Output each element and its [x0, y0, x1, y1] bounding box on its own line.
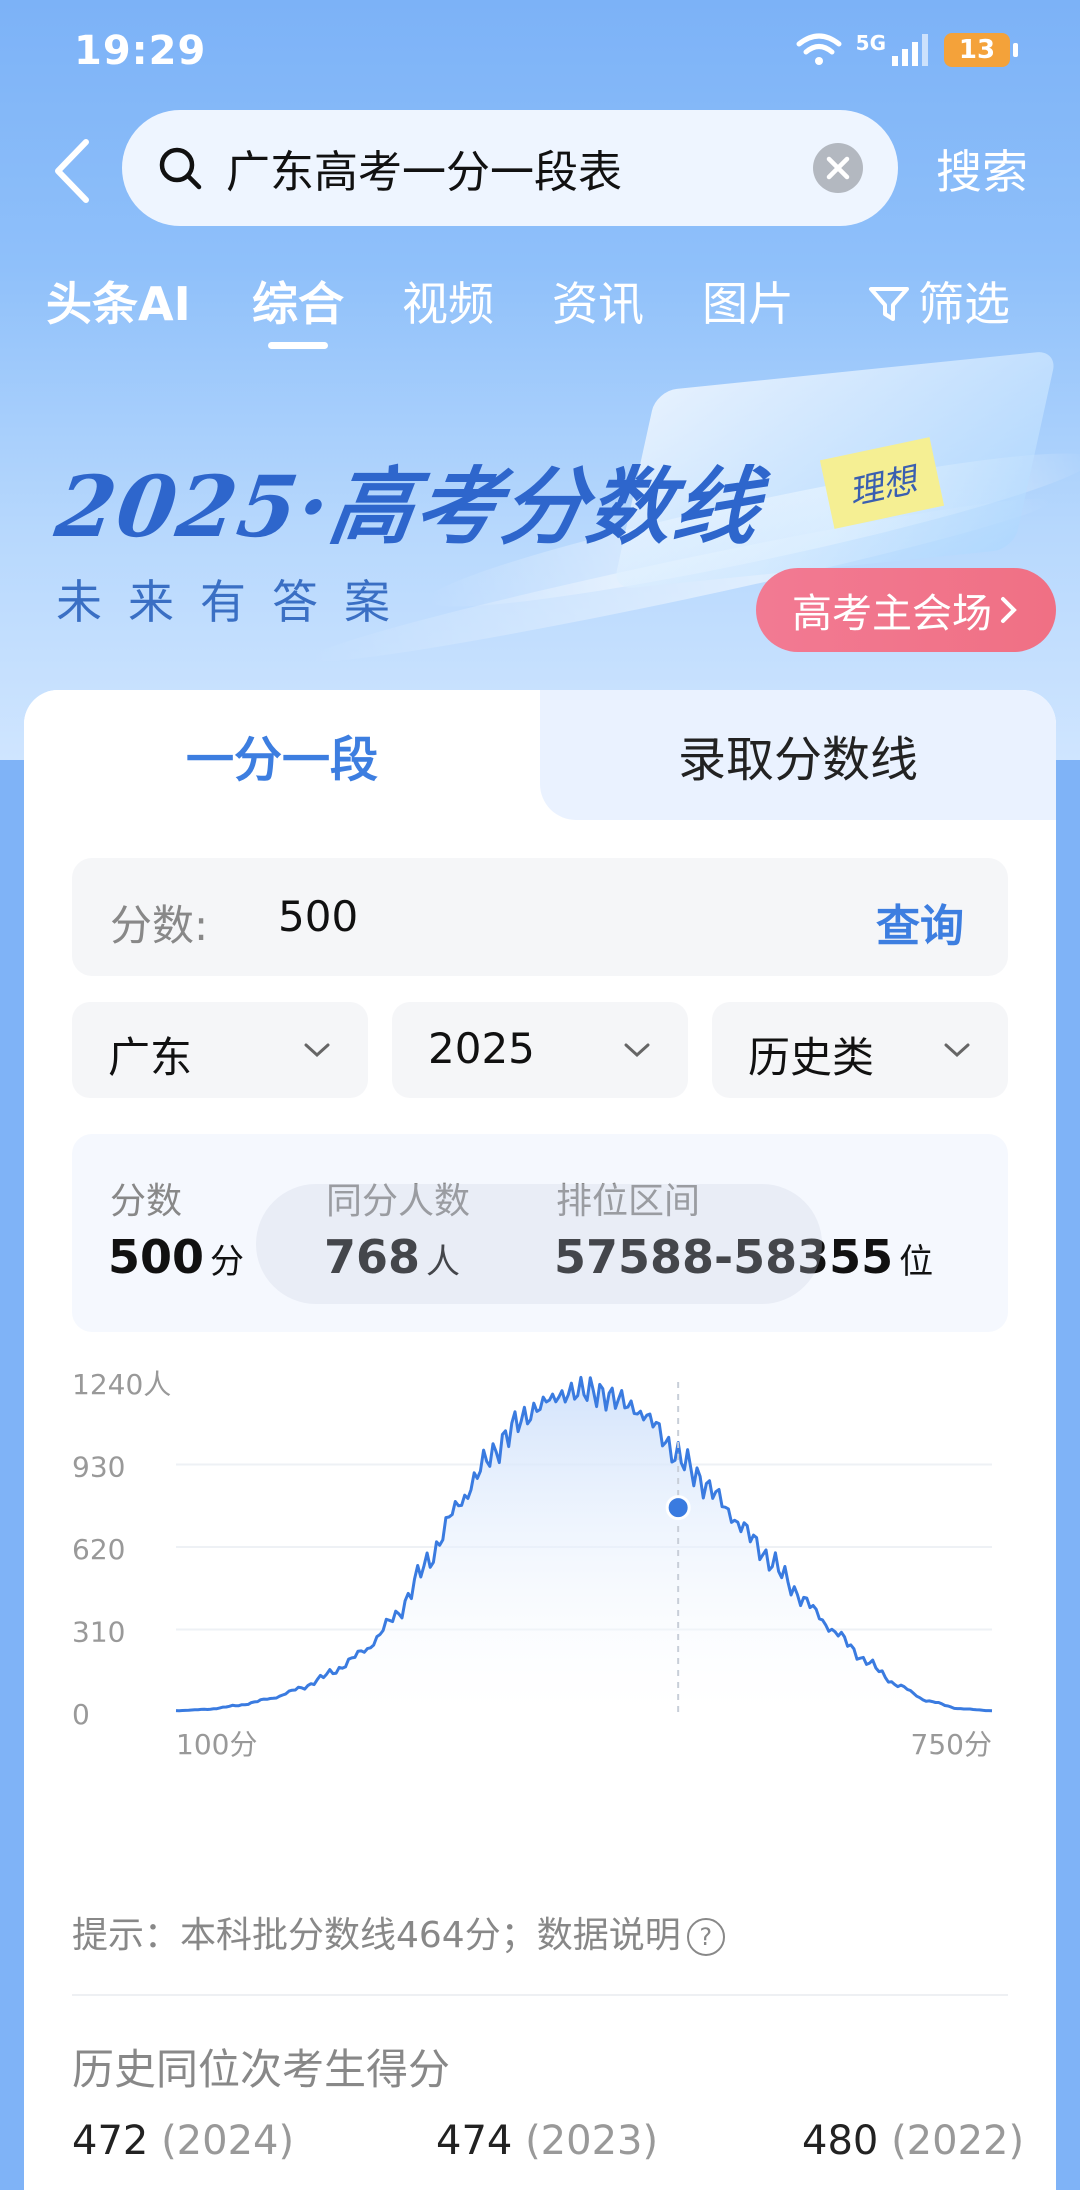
category-tabs: 头条AI 综合 视频 资讯 图片 筛选: [0, 268, 1080, 348]
status-time: 19:29: [74, 28, 207, 74]
search-input[interactable]: 广东高考一分一段表: [122, 110, 898, 226]
history-year: (2022): [891, 2118, 1025, 2164]
tab-filter[interactable]: 筛选: [868, 268, 1010, 334]
chevron-down-icon: [944, 1043, 970, 1058]
watermark: [256, 1184, 822, 1304]
stat-score: 500 分: [108, 1230, 244, 1284]
year-select[interactable]: 2025: [392, 1002, 688, 1098]
y-tick-label: 930: [72, 1451, 125, 1484]
history-item[interactable]: 480 (2022): [802, 2118, 1024, 2164]
back-icon[interactable]: [48, 136, 98, 206]
highlight-point: [665, 1495, 691, 1521]
y-tick-label: 0: [72, 1698, 90, 1731]
province-select[interactable]: 广东: [72, 1002, 368, 1098]
stat-score-unit: 分: [210, 1242, 245, 1282]
history-item[interactable]: 472 (2024): [72, 2118, 294, 2164]
active-tab-indicator: [268, 342, 328, 349]
province-value: 广东: [108, 1033, 193, 1082]
tab-score-rank[interactable]: 一分一段: [24, 690, 540, 820]
tip-line: 提示：本科批分数线464分；数据说明?: [72, 1906, 725, 1958]
history-title: 历史同位次考生得分: [72, 2045, 451, 2094]
stat-score-value: 500: [108, 1230, 205, 1284]
wifi-icon: [796, 33, 842, 65]
filter-icon: [869, 287, 909, 321]
chevron-down-icon: [304, 1043, 330, 1058]
tip-text: 提示：本科批分数线464分；数据说明: [72, 1915, 681, 1956]
score-card: 录取分数线 一分一段 分数: 500 查询 广东 2025 历史类 分数 500…: [24, 690, 1056, 2190]
search-icon: [159, 147, 202, 190]
tab-toutiao-ai[interactable]: 头条AI: [46, 268, 191, 334]
signal-icon: [892, 34, 928, 66]
network-label: 5G: [855, 31, 886, 55]
gaokao-venue-label: 高考主会场: [792, 591, 992, 637]
query-button[interactable]: 查询: [876, 890, 964, 954]
history-score: 474: [436, 2118, 513, 2164]
subject-value: 历史类: [748, 1033, 875, 1082]
score-distribution-chart: 1240人 930 620 310 0 100分 750分: [72, 1368, 993, 1761]
score-field-value: 500: [278, 892, 359, 941]
history-year: (2024): [161, 2118, 295, 2164]
banner-title: 2025·高考分数线: [50, 457, 768, 556]
help-icon[interactable]: ?: [686, 1918, 725, 1956]
tab-comprehensive[interactable]: 综合: [252, 268, 344, 334]
battery-icon: 13: [944, 33, 1018, 67]
tab-filter-label: 筛选: [918, 277, 1010, 331]
history-score: 480: [802, 2118, 879, 2164]
divider: [72, 1994, 1008, 1996]
subject-select[interactable]: 历史类: [712, 1002, 1008, 1098]
gaokao-venue-button[interactable]: 高考主会场: [756, 568, 1056, 652]
tab-video[interactable]: 视频: [402, 268, 494, 334]
history-score: 472: [72, 2118, 149, 2164]
search-button[interactable]: 搜索: [936, 136, 1028, 202]
score-field-label: 分数:: [110, 901, 209, 950]
stat-rank-unit: 位: [899, 1242, 934, 1282]
y-tick-label: 1240人: [72, 1368, 171, 1401]
banner-subtitle: 未来有答案: [56, 575, 416, 629]
search-query: 广东高考一分一段表: [226, 147, 622, 198]
y-tick-label: 310: [72, 1616, 125, 1649]
battery-level: 13: [958, 35, 996, 65]
status-icons: 5G 13: [796, 26, 1018, 74]
tab-news[interactable]: 资讯: [552, 268, 644, 334]
year-value: 2025: [428, 1024, 535, 1073]
x-tick-label: 100分: [176, 1728, 257, 1761]
x-tick-label: 750分: [911, 1728, 992, 1761]
history-item[interactable]: 474 (2023): [436, 2118, 658, 2164]
stat-score-label: 分数: [110, 1181, 183, 1222]
tab-admission-lines[interactable]: 录取分数线: [540, 690, 1056, 820]
history-year: (2023): [525, 2118, 659, 2164]
chevron-down-icon: [624, 1043, 650, 1058]
score-field[interactable]: 分数: 500 查询: [72, 858, 1008, 976]
y-tick-label: 620: [72, 1533, 125, 1566]
chevron-right-icon: [1001, 597, 1017, 623]
clear-icon[interactable]: [812, 142, 864, 194]
tab-images[interactable]: 图片: [702, 268, 794, 334]
